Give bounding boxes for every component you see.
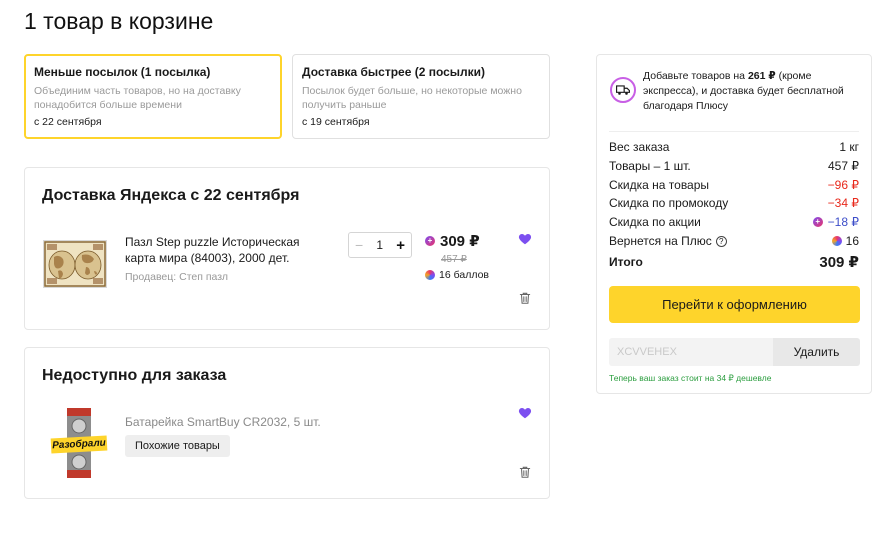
shipment-card: Доставка Яндекса с 22 сентября Пазл Step… — [24, 167, 550, 330]
heart-icon[interactable] — [518, 232, 532, 246]
summary-row-plus-return: Вернется на Плюс? 16 — [609, 234, 859, 248]
increase-quantity-button[interactable]: + — [396, 237, 405, 254]
page-title: 1 товар в корзине — [24, 8, 214, 34]
total-label: Итого — [609, 255, 643, 269]
world-map-image — [44, 241, 106, 287]
promo-prefix: Добавьте товаров на — [643, 70, 746, 82]
summary-value: 457 ₽ — [828, 159, 859, 173]
unavailable-title: Недоступно для заказа — [42, 367, 227, 384]
summary-value: −18 ₽ — [827, 215, 859, 229]
summary-value: −34 ₽ — [827, 196, 859, 210]
unavailable-card: Недоступно для заказа Разобрали Батарейк… — [24, 347, 550, 499]
summary-label: Товары – 1 шт. — [609, 159, 691, 173]
delivery-truck-icon — [610, 77, 636, 103]
summary-row-action-discount: Скидка по акции + −18 ₽ — [609, 215, 859, 229]
product-seller: Продавец: Степ пазл — [125, 271, 229, 283]
order-summary: Добавьте товаров на 261 ₽ (кроме экспрес… — [596, 54, 872, 394]
remove-promo-button[interactable]: Удалить — [773, 338, 860, 366]
summary-value: −96 ₽ — [827, 178, 859, 192]
heart-icon[interactable] — [518, 406, 532, 420]
product-name-link[interactable]: Пазл Step puzzle Историческая карта мира… — [125, 234, 315, 266]
delivery-option-date: с 19 сентября — [302, 116, 370, 128]
summary-label: Скидка по акции — [609, 215, 701, 229]
plus-discount-icon: + — [812, 217, 823, 227]
delivery-option-fewer-parcels[interactable]: Меньше посылок (1 посылка) Объединим час… — [24, 54, 282, 139]
delivery-option-title: Доставка быстрее (2 посылки) — [302, 65, 486, 79]
plus-bonus: 16 баллов — [425, 269, 489, 281]
price-block: + 309 ₽ — [425, 232, 480, 250]
shipment-title: Доставка Яндекса с 22 сентября — [42, 187, 300, 204]
checkout-button[interactable]: Перейти к оформлению — [609, 286, 860, 323]
trash-icon[interactable] — [518, 291, 532, 305]
delivery-option-date: с 22 сентября — [34, 116, 102, 128]
sold-out-badge: Разобрали — [50, 435, 108, 454]
quantity-value[interactable]: 1 — [376, 238, 383, 252]
total-value: 309 ₽ — [819, 254, 859, 271]
free-delivery-promo: Добавьте товаров на 261 ₽ (кроме экспрес… — [643, 69, 865, 114]
promo-applied-note: Теперь ваш заказ стоит на 34 ₽ дешевле — [609, 373, 772, 383]
decrease-quantity-button[interactable]: − — [355, 237, 363, 253]
summary-label: Скидка на товары — [609, 178, 710, 192]
delivery-option-faster[interactable]: Доставка быстрее (2 посылки) Посылок буд… — [292, 54, 550, 139]
promo-code-input[interactable] — [609, 338, 773, 366]
question-icon[interactable]: ? — [715, 236, 727, 248]
plus-bonus-text: 16 баллов — [439, 269, 489, 281]
promo-amount: 261 ₽ — [747, 70, 776, 82]
delivery-option-description: Посылок будет больше, но некоторые можно… — [302, 85, 522, 111]
product-old-price: 457 ₽ — [441, 254, 467, 265]
plus-points-icon — [831, 236, 842, 246]
product-price: 309 ₽ — [440, 233, 480, 250]
trash-icon[interactable] — [518, 465, 532, 479]
summary-label: Скидка по промокоду — [609, 196, 729, 210]
puzzle-product-image[interactable] — [43, 240, 107, 288]
summary-label: Вес заказа — [609, 140, 670, 154]
delivery-option-title: Меньше посылок (1 посылка) — [34, 65, 211, 79]
divider — [609, 131, 859, 132]
summary-value-wrap: 16 — [831, 234, 859, 248]
summary-row-weight: Вес заказа 1 кг — [609, 140, 859, 154]
summary-label: Вернется на Плюс — [609, 234, 712, 248]
quantity-stepper: − 1 + — [348, 232, 412, 258]
summary-value-wrap: + −18 ₽ — [812, 215, 859, 229]
summary-value: 1 кг — [839, 140, 859, 154]
unavailable-product-name[interactable]: Батарейка SmartBuy CR2032, 5 шт. — [125, 414, 321, 430]
delivery-option-description: Объединим часть товаров, но на доставку … — [34, 85, 241, 111]
summary-row-product-discount: Скидка на товары −96 ₽ — [609, 178, 859, 192]
summary-row-total: Итого 309 ₽ — [609, 253, 859, 271]
similar-products-button[interactable]: Похожие товары — [125, 435, 230, 457]
summary-value: 16 — [845, 234, 859, 248]
summary-row-promo-discount: Скидка по промокоду −34 ₽ — [609, 196, 859, 210]
plus-points-icon — [425, 270, 435, 280]
summary-row-items: Товары – 1 шт. 457 ₽ — [609, 159, 859, 173]
battery-product-image[interactable]: Разобрали — [50, 408, 108, 478]
plus-discount-icon: + — [425, 236, 435, 246]
